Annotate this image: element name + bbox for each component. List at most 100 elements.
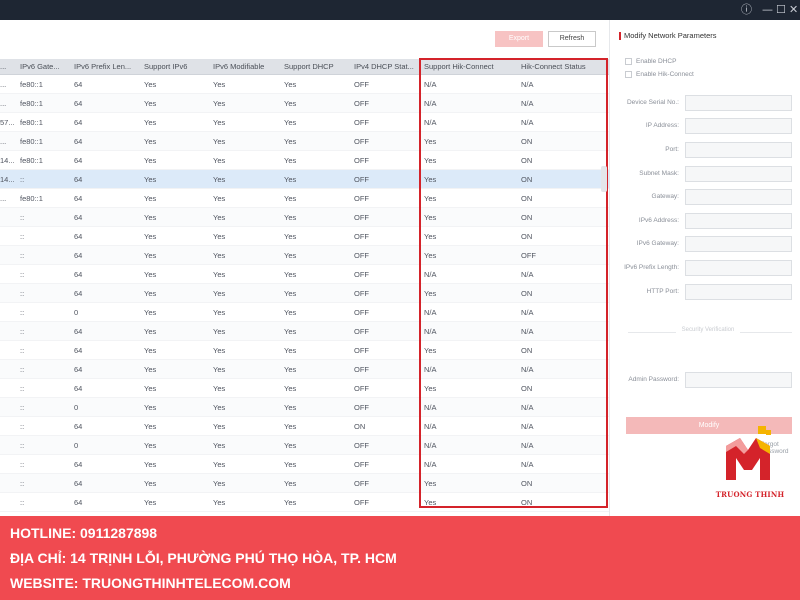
column-header[interactable]: Support IPv6 — [144, 59, 208, 75]
field-label: Gateway: — [651, 193, 679, 200]
field-input[interactable] — [685, 95, 792, 111]
field-input[interactable] — [685, 142, 792, 158]
field-label: IPv6 Address: — [638, 217, 679, 224]
table-cell: fe80::1 — [20, 137, 43, 146]
table-cell: 64 — [74, 327, 83, 336]
enable-hik-connect-checkbox[interactable] — [625, 71, 632, 78]
table-cell: 14... — [0, 156, 14, 165]
table-cell: Yes — [213, 327, 226, 336]
table-row[interactable]: :: 64 Yes Yes Yes OFF Yes ON — [0, 227, 609, 246]
column-header[interactable]: ... — [0, 59, 14, 75]
column-header[interactable]: IPv6 Modifiable — [213, 59, 279, 75]
minimize-icon[interactable]: — — [762, 3, 773, 17]
table-cell: 64 — [74, 156, 83, 165]
column-header[interactable]: Hik-Connect Status — [521, 59, 605, 75]
table-cell: 64 — [74, 460, 83, 469]
table-row[interactable]: :: 0 Yes Yes Yes OFF N/A N/A — [0, 303, 609, 322]
refresh-button[interactable]: Refresh — [548, 31, 596, 47]
column-header[interactable]: IPv6 Prefix Len... — [74, 59, 138, 75]
table-cell: :: — [20, 479, 25, 488]
table-row[interactable]: :: 64 Yes Yes Yes ON N/A N/A — [0, 417, 609, 436]
table-cell: OFF — [354, 289, 369, 298]
export-button[interactable]: Export — [495, 31, 543, 47]
table-cell: 64 — [74, 479, 83, 488]
table-cell: Yes — [213, 270, 226, 279]
field-input[interactable] — [685, 236, 792, 252]
table-cell: Yes — [213, 118, 226, 127]
table-cell: OFF — [354, 384, 369, 393]
field-input[interactable] — [685, 213, 792, 229]
table-cell: N/A — [424, 327, 437, 336]
panel-resize-handle[interactable] — [601, 166, 607, 192]
table-row[interactable]: :: 0 Yes Yes Yes OFF N/A N/A — [0, 436, 609, 455]
table-row[interactable]: 57... fe80::1 64 Yes Yes Yes OFF N/A N/A — [0, 113, 609, 132]
table-cell: N/A — [521, 118, 534, 127]
table-cell: OFF — [354, 460, 369, 469]
table-row[interactable]: :: 64 Yes Yes Yes OFF N/A N/A — [0, 360, 609, 379]
table-cell: Yes — [144, 308, 157, 317]
table-cell: Yes — [424, 479, 437, 488]
table-cell: Yes — [284, 251, 297, 260]
table-row[interactable]: 14... fe80::1 64 Yes Yes Yes OFF Yes ON — [0, 151, 609, 170]
table-cell: N/A — [521, 327, 534, 336]
table-row[interactable]: :: 64 Yes Yes Yes OFF Yes OFF — [0, 246, 609, 265]
table-cell: 64 — [74, 137, 83, 146]
admin-password-input[interactable] — [685, 372, 792, 388]
table-cell: OFF — [354, 232, 369, 241]
table-cell: Yes — [424, 137, 437, 146]
table-cell: Yes — [284, 384, 297, 393]
table-cell: 64 — [74, 80, 83, 89]
table-cell: 64 — [74, 289, 83, 298]
table-cell: fe80::1 — [20, 118, 43, 127]
table-row[interactable]: :: 64 Yes Yes Yes OFF N/A N/A — [0, 265, 609, 284]
close-icon[interactable]: ✕ — [789, 3, 798, 17]
table-row[interactable]: :: 64 Yes Yes Yes OFF Yes ON — [0, 493, 609, 512]
table-row[interactable]: :: 64 Yes Yes Yes OFF Yes ON — [0, 341, 609, 360]
table-cell: OFF — [354, 137, 369, 146]
maximize-icon[interactable]: ☐ — [776, 3, 786, 17]
column-header[interactable]: IPv6 Gate... — [20, 59, 70, 75]
table-cell: Yes — [284, 308, 297, 317]
field-input[interactable] — [685, 284, 792, 300]
table-cell: N/A — [424, 403, 437, 412]
table-cell: :: — [20, 289, 25, 298]
table-cell: Yes — [144, 118, 157, 127]
table-row[interactable]: :: 64 Yes Yes Yes OFF N/A N/A — [0, 322, 609, 341]
table-cell: fe80::1 — [20, 156, 43, 165]
field-input[interactable] — [685, 118, 792, 134]
enable-dhcp-checkbox[interactable] — [625, 58, 632, 65]
field-input[interactable] — [685, 166, 792, 182]
column-header[interactable]: IPv4 DHCP Stat... — [354, 59, 418, 75]
info-icon[interactable]: ⓘ — [741, 3, 752, 17]
table-row[interactable]: ... fe80::1 64 Yes Yes Yes OFF N/A N/A — [0, 75, 609, 94]
field-input[interactable] — [685, 189, 792, 205]
table-cell: Yes — [144, 498, 157, 507]
table-row[interactable]: :: 64 Yes Yes Yes OFF N/A N/A — [0, 455, 609, 474]
table-cell: Yes — [284, 137, 297, 146]
hotline-text: HOTLINE: 0911287898 — [10, 525, 158, 541]
table-cell: Yes — [213, 384, 226, 393]
table-cell: ON — [521, 194, 533, 203]
table-row[interactable]: :: 64 Yes Yes Yes OFF Yes ON — [0, 379, 609, 398]
website-text: WEBSITE: TRUONGTHINHTELECOM.COM — [10, 575, 291, 591]
table-row[interactable]: ... fe80::1 64 Yes Yes Yes OFF N/A N/A — [0, 94, 609, 113]
table-row[interactable]: ... fe80::1 64 Yes Yes Yes OFF Yes ON — [0, 132, 609, 151]
table-cell: N/A — [521, 270, 534, 279]
table-cell: Yes — [424, 289, 437, 298]
table-row[interactable]: :: 0 Yes Yes Yes OFF N/A N/A — [0, 398, 609, 417]
table-cell: Yes — [144, 194, 157, 203]
table-cell: N/A — [424, 99, 437, 108]
table-cell: Yes — [213, 308, 226, 317]
table-cell: Yes — [144, 289, 157, 298]
table-row[interactable]: :: 64 Yes Yes Yes OFF Yes ON — [0, 208, 609, 227]
table-row[interactable]: ... fe80::1 64 Yes Yes Yes OFF Yes ON — [0, 189, 609, 208]
field-input[interactable] — [685, 260, 792, 276]
column-header[interactable]: Support Hik-Connect — [424, 59, 516, 75]
table-row[interactable]: 14...:: 64 Yes Yes Yes OFF Yes ON — [0, 170, 609, 189]
table-row[interactable]: :: 64 Yes Yes Yes OFF Yes ON — [0, 474, 609, 493]
table-row[interactable]: :: 64 Yes Yes Yes OFF Yes ON — [0, 284, 609, 303]
table-cell: :: — [20, 346, 25, 355]
column-header[interactable]: Support DHCP — [284, 59, 348, 75]
security-verification-label: Security Verification — [681, 327, 735, 333]
table-cell: N/A — [424, 118, 437, 127]
